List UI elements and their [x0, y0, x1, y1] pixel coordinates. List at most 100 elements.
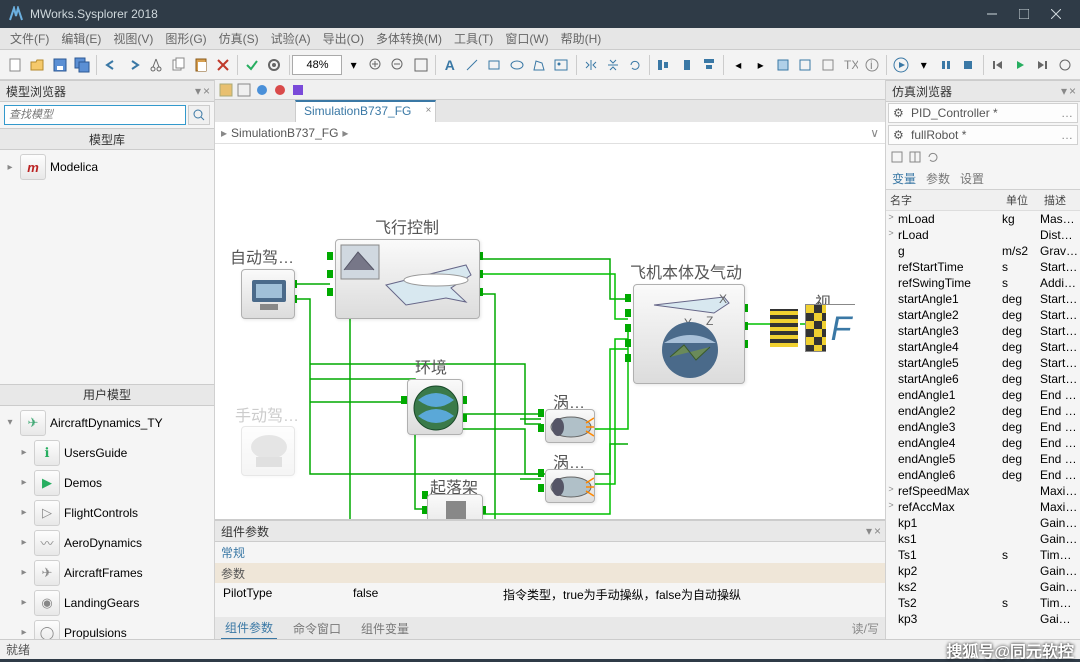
image-tool[interactable]	[551, 53, 571, 77]
var-row[interactable]: startAngle6degStart…	[886, 371, 1080, 387]
param-row[interactable]: PilotType false 指令类型，true为手动操纵，false为自动操…	[215, 583, 885, 606]
bottom-tab-params[interactable]: 组件参数	[221, 617, 277, 640]
var-row[interactable]: ks2Gain…	[886, 579, 1080, 595]
var-row[interactable]: startAngle1degStart…	[886, 291, 1080, 307]
play-start-button[interactable]	[987, 53, 1007, 77]
diagram-canvas[interactable]: 自动驾… 手动驾… 飞行控制 环境 起落架 涡… 涡	[215, 144, 885, 519]
breadcrumb-caret-icon[interactable]: ∨	[870, 126, 879, 140]
block-turbine1[interactable]	[545, 409, 595, 443]
paste-button[interactable]	[190, 53, 210, 77]
play-button[interactable]	[1010, 53, 1030, 77]
var-row[interactable]: endAngle6degEnd …	[886, 467, 1080, 483]
redo-button[interactable]	[123, 53, 143, 77]
text-tool[interactable]: A	[440, 53, 460, 77]
back-button[interactable]: ◂	[728, 53, 748, 77]
block-turbine2[interactable]	[545, 469, 595, 503]
zoom-dropdown[interactable]: ▾	[343, 53, 363, 77]
breadcrumb-back-icon[interactable]: ▸	[221, 126, 227, 140]
var-row[interactable]: startAngle2degStart…	[886, 307, 1080, 323]
var-row[interactable]: endAngle5degEnd …	[886, 451, 1080, 467]
gear-button[interactable]	[264, 53, 284, 77]
check-button[interactable]	[242, 53, 262, 77]
menu-export[interactable]: 导出(O)	[317, 28, 370, 49]
align2-button[interactable]	[677, 53, 697, 77]
var-row[interactable]: startAngle4degStart…	[886, 339, 1080, 355]
var-row[interactable]: >refAccMaxMaxi…	[886, 499, 1080, 515]
var-row[interactable]: startAngle3degStart…	[886, 323, 1080, 339]
tree-node-Propulsions[interactable]: ▸◯Propulsions	[0, 618, 214, 640]
save-button[interactable]	[50, 53, 70, 77]
settings-tab[interactable]: 设置	[960, 170, 984, 187]
open-button[interactable]	[27, 53, 47, 77]
var-row[interactable]: endAngle4degEnd …	[886, 435, 1080, 451]
vars-tab[interactable]: 变量	[892, 170, 916, 187]
text-view-button[interactable]: TXT	[840, 53, 860, 77]
breadcrumb-item[interactable]: SimulationB737_FG	[231, 126, 338, 140]
run-button[interactable]	[891, 53, 911, 77]
var-row[interactable]: >mLoadkgMas…	[886, 211, 1080, 227]
var-row[interactable]: >rLoadDist…	[886, 227, 1080, 243]
strip-icon1[interactable]	[219, 83, 233, 97]
zoom-out-button[interactable]	[388, 53, 408, 77]
sim-item-pid[interactable]: ⚙PID_Controller *…	[888, 103, 1078, 123]
menu-file[interactable]: 文件(F)	[4, 28, 55, 49]
tree-node-Demos[interactable]: ▸▶Demos	[0, 468, 214, 498]
bottom-tab-cmd[interactable]: 命令窗口	[289, 618, 345, 639]
var-row[interactable]: kp3Gai…	[886, 611, 1080, 627]
var-row[interactable]: ks1Gain…	[886, 531, 1080, 547]
close-panel-icon[interactable]: ×	[203, 84, 210, 98]
sim-item-robot[interactable]: ⚙fullRobot *…	[888, 125, 1078, 145]
strip-icon2[interactable]	[237, 83, 251, 97]
minimize-button[interactable]	[976, 0, 1008, 28]
strip-icon3[interactable]	[255, 83, 269, 97]
align1-button[interactable]	[654, 53, 674, 77]
delete-button[interactable]	[213, 53, 233, 77]
menu-sim[interactable]: 仿真(S)	[213, 28, 265, 49]
var-row[interactable]: >refSpeedMaxMaxi…	[886, 483, 1080, 499]
ellipse-tool[interactable]	[507, 53, 527, 77]
tree-node-AeroDynamics[interactable]: ▸〰AeroDynamics	[0, 528, 214, 558]
expand-icon[interactable]	[908, 150, 922, 164]
fwd-button[interactable]: ▸	[750, 53, 770, 77]
flipv-button[interactable]	[603, 53, 623, 77]
view2-button[interactable]	[795, 53, 815, 77]
stop-button[interactable]	[958, 53, 978, 77]
var-row[interactable]: endAngle3degEnd …	[886, 419, 1080, 435]
rect-tool[interactable]	[484, 53, 504, 77]
tree-node-modelica[interactable]: ▸ m Modelica	[0, 152, 214, 182]
tree-node-UsersGuide[interactable]: ▸ℹUsersGuide	[0, 438, 214, 468]
menu-window[interactable]: 窗口(W)	[499, 28, 554, 49]
block-gear[interactable]	[427, 494, 483, 519]
var-row[interactable]: Ts2sTim…	[886, 595, 1080, 611]
close-button[interactable]	[1040, 0, 1072, 28]
params-tab[interactable]: 参数	[926, 170, 950, 187]
run-dropdown[interactable]: ▾	[914, 53, 934, 77]
block-viz[interactable]: F	[805, 304, 855, 352]
new-button[interactable]	[5, 53, 25, 77]
var-row[interactable]: refStartTimesStart…	[886, 259, 1080, 275]
menu-edit[interactable]: 编辑(E)	[55, 28, 107, 49]
saveall-button[interactable]	[72, 53, 92, 77]
refresh-icon[interactable]	[926, 150, 940, 164]
menu-tools[interactable]: 工具(T)	[448, 28, 499, 49]
usermodel-header[interactable]: 用户模型	[0, 384, 214, 406]
block-env[interactable]	[407, 379, 463, 435]
cut-button[interactable]	[146, 53, 166, 77]
bottom-tab-vars[interactable]: 组件变量	[357, 618, 413, 639]
view1-button[interactable]	[773, 53, 793, 77]
var-row[interactable]: kp1Gain…	[886, 515, 1080, 531]
pin-icon[interactable]: ▾	[195, 84, 201, 98]
menu-test[interactable]: 试验(A)	[265, 28, 317, 49]
search-input[interactable]	[4, 105, 186, 125]
var-row[interactable]: Ts1sTim…	[886, 547, 1080, 563]
tree-node-LandingGears[interactable]: ▸◉LandingGears	[0, 588, 214, 618]
menu-graphics[interactable]: 图形(G)	[159, 28, 212, 49]
zoom-fit-button[interactable]	[410, 53, 430, 77]
tab-simulation[interactable]: SimulationB737_FG×	[295, 100, 436, 122]
block-flightctl[interactable]	[335, 239, 480, 319]
loop-button[interactable]	[1054, 53, 1074, 77]
var-row[interactable]: startAngle5degStart…	[886, 355, 1080, 371]
tree-node-root[interactable]: ▾✈AircraftDynamics_TY	[0, 408, 214, 438]
undo-button[interactable]	[101, 53, 121, 77]
rotate-button[interactable]	[625, 53, 645, 77]
